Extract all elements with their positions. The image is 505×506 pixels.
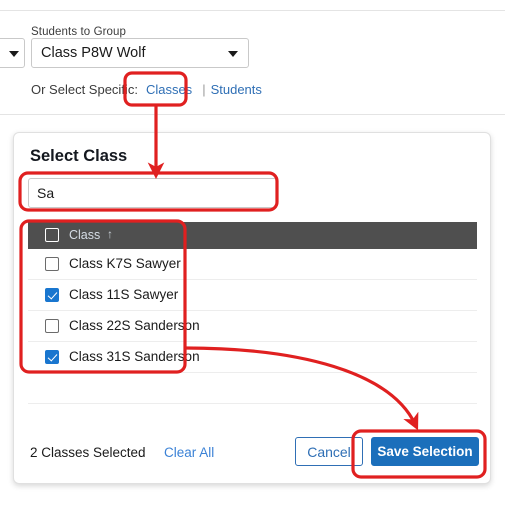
table-row[interactable]: Class 11S Sawyer xyxy=(28,280,477,311)
partial-dropdown-left[interactable] xyxy=(0,38,25,68)
class-list-header: Class ↑ xyxy=(28,222,477,249)
column-header-class[interactable]: Class xyxy=(69,228,100,242)
classes-link[interactable]: Classes xyxy=(146,82,192,97)
select-class-dialog: Select Class Class ↑ Class K7S Sawyer Cl… xyxy=(13,132,491,484)
chevron-down-icon xyxy=(228,51,238,57)
row-label: Class 31S Sanderson xyxy=(69,349,200,364)
page-root: Students to Group Class P8W Wolf Or Sele… xyxy=(0,0,505,506)
select-all-checkbox[interactable] xyxy=(45,228,59,242)
row-label: Class K7S Sawyer xyxy=(69,256,181,271)
selected-count-label: 2 Classes Selected xyxy=(30,445,146,460)
class-select-dropdown[interactable]: Class P8W Wolf xyxy=(31,38,249,68)
clear-all-link[interactable]: Clear All xyxy=(164,445,214,460)
section-divider xyxy=(0,114,505,115)
students-link[interactable]: Students xyxy=(211,82,262,97)
table-row-empty xyxy=(28,373,477,404)
cancel-button[interactable]: Cancel xyxy=(295,437,363,466)
sort-ascending-icon: ↑ xyxy=(107,227,113,241)
class-select-value: Class P8W Wolf xyxy=(41,45,146,61)
dialog-title: Select Class xyxy=(30,147,128,165)
row-checkbox[interactable] xyxy=(45,288,59,302)
table-row[interactable]: Class K7S Sawyer xyxy=(28,249,477,280)
save-selection-button[interactable]: Save Selection xyxy=(371,437,479,466)
link-separator: | xyxy=(202,82,206,97)
chevron-down-icon xyxy=(9,51,19,57)
top-divider xyxy=(0,10,505,11)
row-checkbox[interactable] xyxy=(45,319,59,333)
row-checkbox[interactable] xyxy=(45,257,59,271)
class-list: Class K7S Sawyer Class 11S Sawyer Class … xyxy=(28,249,477,404)
table-row[interactable]: Class 22S Sanderson xyxy=(28,311,477,342)
row-label: Class 11S Sawyer xyxy=(69,287,179,302)
row-checkbox[interactable] xyxy=(45,350,59,364)
class-search-input[interactable] xyxy=(28,178,277,208)
row-label: Class 22S Sanderson xyxy=(69,318,200,333)
or-select-specific-label: Or Select Specific: xyxy=(31,82,138,97)
students-to-group-label: Students to Group xyxy=(31,26,127,38)
or-select-specific-row: Or Select Specific: Classes | Students xyxy=(31,82,262,97)
table-row[interactable]: Class 31S Sanderson xyxy=(28,342,477,373)
